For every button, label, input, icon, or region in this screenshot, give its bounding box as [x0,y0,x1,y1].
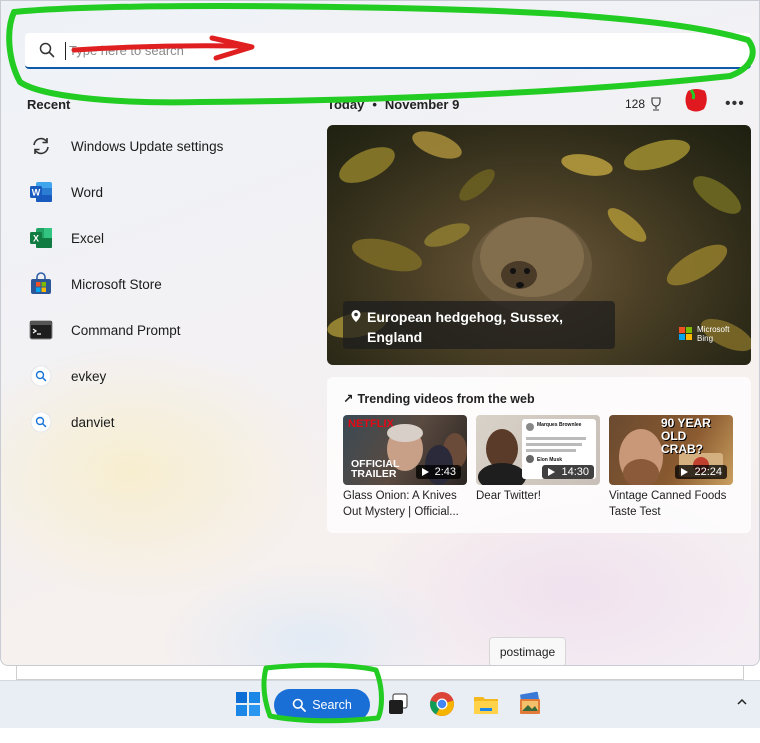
chrome-icon[interactable] [429,691,455,717]
tweet-author-2: Elon Musk [537,457,563,463]
task-view-icon[interactable] [386,691,412,717]
recent-item-excel[interactable]: X Excel [27,215,307,261]
play-icon [681,468,689,476]
bing-badge: Microsoft Bing [679,325,729,343]
windows-start-icon[interactable] [235,691,261,717]
video-title[interactable]: Vintage Canned Foods Taste Test [609,488,733,520]
video-title[interactable]: Dear Twitter! [476,488,600,504]
recent-item-label: Windows Update settings [71,138,224,154]
recent-item-word[interactable]: W Word [27,169,307,215]
recent-item-label: danviet [71,414,115,430]
location-pin-icon [351,310,361,322]
recent-item-evkey[interactable]: evkey [27,353,307,399]
recent-item-command-prompt[interactable]: Command Prompt [27,307,307,353]
terminal-icon [27,316,55,344]
bing-line2: Bing [697,334,714,343]
today-label: Today [327,97,365,112]
today-date: November 9 [384,97,460,112]
video-thumbnail[interactable]: 90 YEAR OLD CRAB? 22:24 [609,415,733,485]
video-card[interactable]: NETFLIX OFFICIAL TRAILER 2:43 Glass Onion… [343,415,467,520]
svg-text:W: W [32,188,41,198]
recent-item-label: Word [71,184,104,200]
video-duration-text: 2:43 [434,466,456,478]
tweet-author: Marques Brownlee [537,422,582,428]
photos-app-icon[interactable] [517,691,543,717]
search-icon [292,698,307,712]
video-card[interactable]: Marques Brownlee Elon Musk 14:30 Dear Tw… [476,415,600,504]
search-box[interactable]: Type here to search [25,33,751,69]
recent-item-label: Command Prompt [71,322,181,338]
video-duration: 2:43 [415,465,461,479]
video-duration-text: 22:24 [694,466,722,478]
rewards-points[interactable]: 128 [625,97,663,111]
taskbar: Search [0,680,760,728]
more-options-icon[interactable]: ••• [725,95,745,113]
hero-image-card[interactable]: European hedgehog, Sussex, England Micro… [327,125,751,365]
crab-overlay: 90 YEAR OLD CRAB? [661,416,711,456]
play-icon [548,468,556,476]
hero-caption-text: European hedgehog, Sussex, England [367,309,564,345]
word-icon: W [27,178,55,206]
avatar[interactable] [683,87,709,113]
recent-item-microsoft-store[interactable]: Microsoft Store [27,261,307,307]
recent-item-danviet[interactable]: danviet [27,399,307,445]
file-explorer-icon[interactable] [473,691,499,717]
tooltip: postimage [489,637,566,665]
background-window [16,666,744,680]
recent-list: Windows Update settings W Word X Excel M… [27,123,307,445]
rewards-icon [651,97,661,111]
trailer-overlay: OFFICIAL TRAILER [351,459,399,480]
recent-item-label: Excel [71,230,105,246]
microsoft-logo-icon [679,327,693,341]
trailer-overlay-line2: TRAILER [351,468,397,480]
bing-line1: Microsoft [697,325,730,334]
recent-item-label: Microsoft Store [71,276,162,292]
video-duration: 22:24 [675,465,727,479]
taskbar-search-button[interactable]: Search [274,689,370,721]
recent-item-windows-update[interactable]: Windows Update settings [27,123,307,169]
bottom-strip [0,728,760,743]
trending-title: ↗ Trending videos from the web [343,391,535,406]
search-input[interactable] [67,33,727,67]
excel-icon: X [27,224,55,252]
trending-videos-card: ↗ Trending videos from the web NETFLIX OF… [327,377,751,533]
play-icon [421,468,429,476]
taskbar-search-label: Search [312,698,352,712]
video-card[interactable]: 90 YEAR OLD CRAB? 22:24 Vintage Canned F… [609,415,733,520]
svg-text:X: X [33,234,39,244]
video-title[interactable]: Glass Onion: A Knives Out Mystery | Offi… [343,488,467,520]
store-icon [27,270,55,298]
recent-item-label: evkey [71,368,107,384]
trending-arrow-icon: ↗ [343,392,354,406]
search-icon [39,42,55,58]
today-header: Today • November 9 [327,97,459,112]
chevron-up-icon[interactable] [736,697,748,707]
trending-title-text: Trending videos from the web [357,392,535,406]
today-separator: • [372,97,377,112]
search-icon [27,408,55,436]
video-thumbnail[interactable]: Marques Brownlee Elon Musk 14:30 [476,415,600,485]
start-search-panel: Type here to search Recent Windows Updat… [0,0,760,666]
video-duration-text: 14:30 [561,466,589,478]
sync-icon [27,132,55,160]
text-caret [65,42,66,60]
search-icon [27,362,55,390]
video-thumbnail[interactable]: NETFLIX OFFICIAL TRAILER 2:43 [343,415,467,485]
video-duration: 14:30 [542,465,594,479]
hero-caption[interactable]: European hedgehog, Sussex, England [343,301,615,349]
rewards-points-value: 128 [625,97,646,111]
background-glow [161,561,461,665]
recent-heading: Recent [27,97,71,112]
